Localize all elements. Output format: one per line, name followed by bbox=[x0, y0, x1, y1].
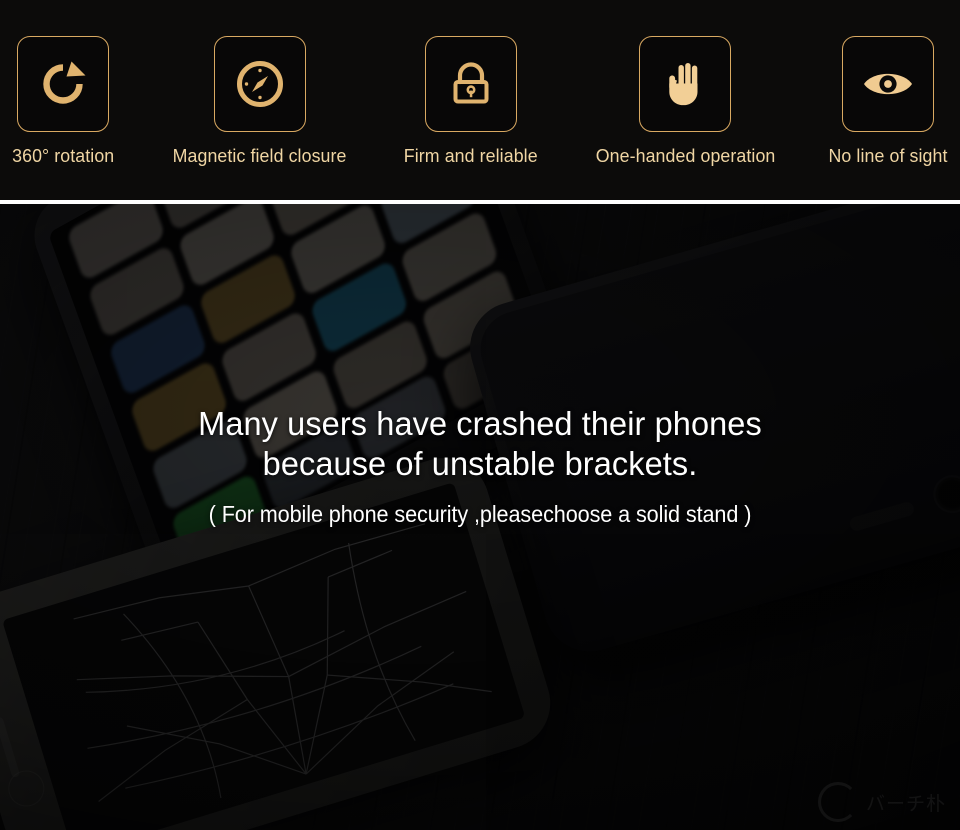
feature-item-magnetic-field-closure[interactable]: Magnetic field closure bbox=[169, 0, 350, 166]
hero-subline: ( For mobile phone security ,pleasechoos… bbox=[208, 501, 752, 527]
feature-icon-box bbox=[17, 36, 110, 132]
watermark-logo-icon bbox=[817, 782, 858, 822]
feature-label: One-handed operation bbox=[595, 145, 776, 166]
compass-icon bbox=[233, 57, 287, 111]
feature-item-no-line-of-sight[interactable]: No line of sight bbox=[826, 0, 950, 166]
feature-label: No line of sight bbox=[828, 145, 948, 166]
watermark: バーチ朴 bbox=[817, 782, 946, 822]
hero-headline: Many users have crashed their phones bec… bbox=[7, 404, 953, 484]
hero-headline-line-1: Many users have crashed their phones bbox=[198, 405, 762, 442]
feature-item-one-handed-operation[interactable]: One-handed operation bbox=[592, 0, 779, 166]
hand-palm-icon bbox=[658, 57, 712, 111]
product-feature-banner: 360° rotation Magnetic field closure Fir… bbox=[0, 0, 960, 830]
rotate-360-icon bbox=[36, 57, 90, 111]
hero-photo-section: バーチ朴 Many users have crashed their phone… bbox=[0, 204, 960, 830]
eye-icon bbox=[860, 56, 916, 112]
feature-label: Firm and reliable bbox=[404, 145, 539, 166]
padlock-icon bbox=[444, 57, 498, 111]
feature-icon-box bbox=[841, 36, 934, 132]
hero-headline-line-2: because of unstable brackets. bbox=[262, 445, 698, 482]
feature-label: Magnetic field closure bbox=[172, 145, 347, 166]
feature-item-360-rotation[interactable]: 360° rotation bbox=[10, 0, 116, 166]
feature-icon-box bbox=[425, 36, 518, 132]
feature-icon-box bbox=[213, 36, 306, 132]
feature-list: 360° rotation Magnetic field closure Fir… bbox=[0, 0, 960, 200]
feature-bar: 360° rotation Magnetic field closure Fir… bbox=[0, 0, 960, 200]
feature-label: 360° rotation bbox=[12, 145, 115, 166]
watermark-text: バーチ朴 bbox=[865, 793, 946, 815]
feature-icon-box bbox=[639, 36, 732, 132]
feature-item-firm-and-reliable[interactable]: Firm and reliable bbox=[401, 0, 540, 166]
